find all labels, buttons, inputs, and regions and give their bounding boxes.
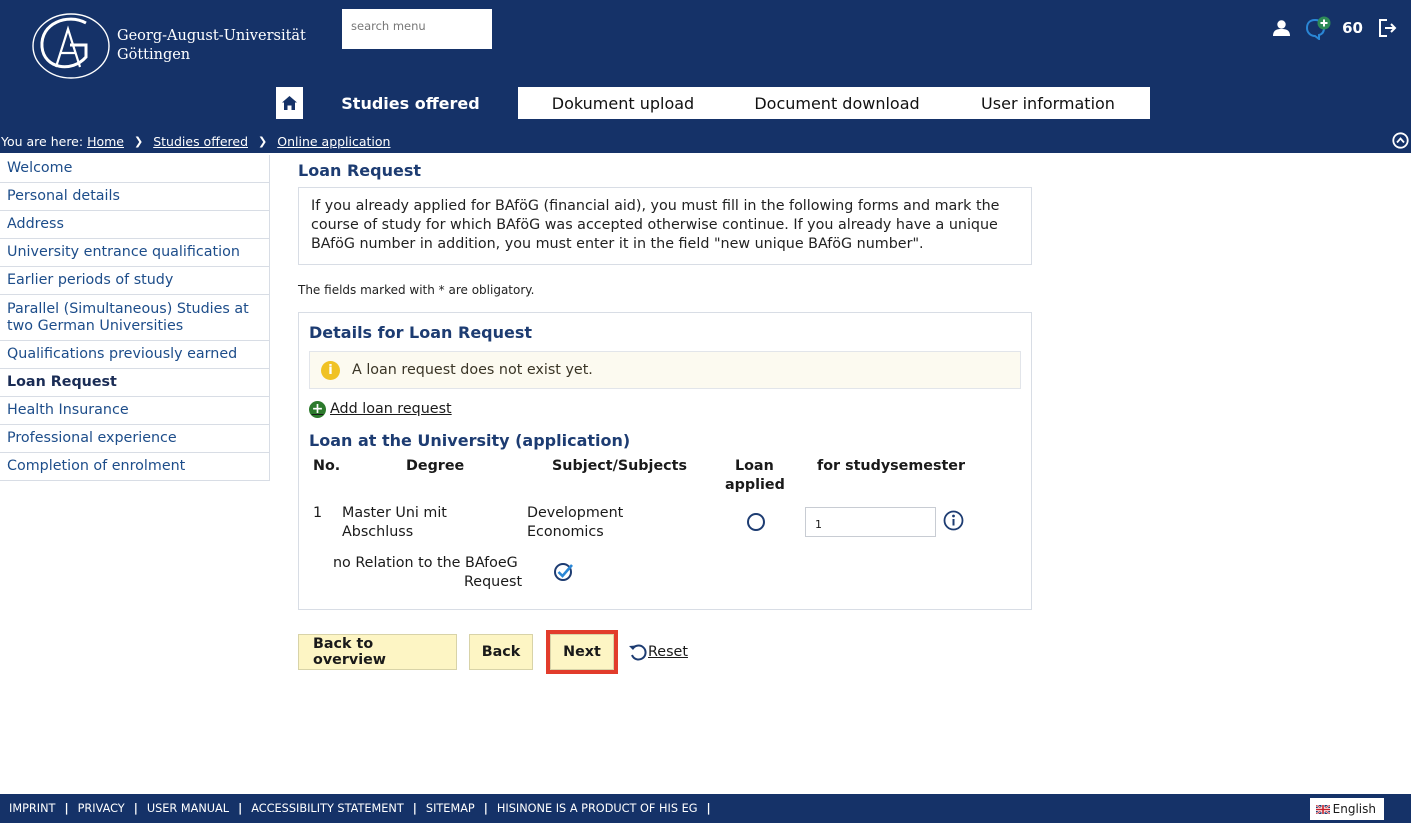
panel-title: Details for Loan Request (309, 323, 533, 342)
info-warning-icon: i (321, 360, 340, 380)
add-loan-request-link[interactable]: + Add loan request (309, 399, 1021, 419)
footer-separator: | (706, 802, 711, 815)
reset-icon (629, 644, 647, 661)
checkmark-circle-icon[interactable] (553, 561, 574, 582)
footer-link-user-manual[interactable]: USER MANUAL (147, 802, 229, 815)
footer-separator: | (238, 802, 243, 815)
reset-label: Reset (648, 644, 688, 660)
footer-separator: | (483, 802, 488, 815)
search-menu-input[interactable]: search menu (342, 9, 492, 49)
breadcrumb: You are here: Home ❯ Studies offered ❯ O… (0, 130, 1411, 153)
add-bookmark-icon[interactable] (1306, 16, 1332, 40)
language-selector[interactable]: English (1309, 798, 1384, 820)
tab-dokument-upload[interactable]: Dokument upload (518, 87, 728, 119)
footer-link-accessibility-statement[interactable]: ACCESSIBILITY STATEMENT (251, 802, 404, 815)
column-header-subject: Subject/Subjects (552, 458, 687, 474)
tab-document-download[interactable]: Document download (728, 87, 946, 119)
column-header-loan-applied-line1: Loan (735, 458, 774, 474)
sidebar-item-health-insurance[interactable]: Health Insurance (0, 397, 270, 425)
alert-message: A loan request does not exist yet. (352, 362, 593, 378)
breadcrumb-online-application[interactable]: Online application (277, 134, 390, 149)
footer-link-his-eg[interactable]: HISINONE IS A PRODUCT OF HIS EG (497, 802, 698, 815)
main-content: Loan Request If you already applied for … (298, 155, 1038, 674)
row-subject-line1: Development (527, 505, 624, 521)
home-button[interactable] (276, 87, 303, 119)
footer-link-sitemap[interactable]: SITEMAP (426, 802, 475, 815)
loan-table: No. Degree Subject/Subjects Loan applied… (309, 453, 1021, 603)
column-header-no: No. (313, 458, 341, 474)
plus-circle-icon: + (309, 400, 326, 418)
breadcrumb-separator-icon: ❯ (258, 135, 268, 148)
form-actions: Back to overview Back Next Reset (298, 630, 688, 674)
row-degree-line1: Master Uni mit (342, 505, 447, 521)
reset-link[interactable]: Reset (628, 643, 688, 661)
uk-flag-icon (1315, 804, 1330, 814)
bookmark-count: 60 (1342, 19, 1363, 37)
breadcrumb-studies-offered[interactable]: Studies offered (153, 134, 248, 149)
sidebar-item-loan-request[interactable]: Loan Request (0, 369, 270, 397)
loan-applied-radio[interactable] (747, 513, 765, 531)
row-subject-line2: Economics (527, 524, 604, 540)
header: Georg-August-Universität Göttingen searc… (0, 0, 1411, 130)
footer: IMPRINT | PRIVACY | USER MANUAL | ACCESS… (0, 794, 1411, 823)
collapse-header-icon[interactable] (1392, 132, 1409, 149)
back-button[interactable]: Back (469, 634, 533, 670)
university-name-line2: Göttingen (117, 47, 191, 63)
column-header-loan-applied-line2: applied (725, 477, 785, 493)
row-degree-line2: Abschluss (342, 524, 414, 540)
main-navigation: Studies offered Dokument upload Document… (276, 87, 1150, 119)
loan-table-title: Loan at the University (application) (309, 431, 631, 450)
sidebar-item-completion-of-enrolment[interactable]: Completion of enrolment (0, 453, 270, 481)
next-button[interactable]: Next (550, 634, 614, 670)
back-to-overview-button[interactable]: Back to overview (298, 634, 457, 670)
next-button-highlight: Next (546, 630, 618, 674)
loan-request-panel: Details for Loan Request i A loan reques… (298, 312, 1032, 610)
breadcrumb-home[interactable]: Home (87, 134, 124, 149)
header-toolbar: 60 (1273, 16, 1397, 40)
language-label: English (1332, 802, 1376, 816)
info-icon[interactable] (943, 510, 964, 531)
sidebar-item-earlier-periods-of-study[interactable]: Earlier periods of study (0, 267, 270, 295)
row-number: 1 (313, 505, 323, 521)
column-header-studysemester: for studysemester (817, 458, 966, 474)
footer-separator: | (133, 802, 138, 815)
home-icon (282, 96, 297, 110)
sidebar-item-professional-experience[interactable]: Professional experience (0, 425, 270, 453)
university-logo[interactable]: Georg-August-Universität Göttingen (28, 9, 328, 83)
footer-link-imprint[interactable]: IMPRINT (9, 802, 55, 815)
obligatory-note: The fields marked with * are obligatory. (298, 283, 535, 297)
user-icon[interactable] (1273, 20, 1291, 36)
sidebar-item-parallel-studies[interactable]: Parallel (Simultaneous) Studies at two G… (0, 295, 270, 341)
sidebar-navigation: Welcome Personal details Address Univers… (0, 155, 270, 481)
sidebar-item-qualifications-previously-earned[interactable]: Qualifications previously earned (0, 341, 270, 369)
column-header-degree: Degree (406, 458, 465, 474)
university-name-line1: Georg-August-Universität (117, 28, 306, 44)
tab-user-information[interactable]: User information (946, 87, 1150, 119)
sidebar-item-personal-details[interactable]: Personal details (0, 183, 270, 211)
sidebar-item-welcome[interactable]: Welcome (0, 155, 270, 183)
no-relation-label-line1: no Relation to the BAfoeG (333, 555, 518, 571)
footer-separator: | (412, 802, 417, 815)
logout-icon[interactable] (1379, 19, 1397, 37)
sidebar-item-university-entrance-qualification[interactable]: University entrance qualification (0, 239, 270, 267)
breadcrumb-separator-icon: ❯ (134, 135, 144, 148)
sidebar-item-address[interactable]: Address (0, 211, 270, 239)
footer-separator: | (64, 802, 69, 815)
university-seal-icon (32, 13, 110, 79)
footer-link-privacy[interactable]: PRIVACY (78, 802, 125, 815)
tab-studies-offered[interactable]: Studies offered (303, 87, 518, 119)
no-relation-label-line2: Request (464, 574, 523, 590)
breadcrumb-prefix: You are here: (1, 134, 84, 149)
add-loan-request-label: Add loan request (330, 401, 452, 417)
info-text-box: If you already applied for BAföG (financ… (298, 187, 1032, 265)
studysemester-input[interactable]: 1 (805, 507, 936, 537)
page-title: Loan Request (298, 161, 421, 180)
info-alert: i A loan request does not exist yet. (309, 351, 1021, 389)
